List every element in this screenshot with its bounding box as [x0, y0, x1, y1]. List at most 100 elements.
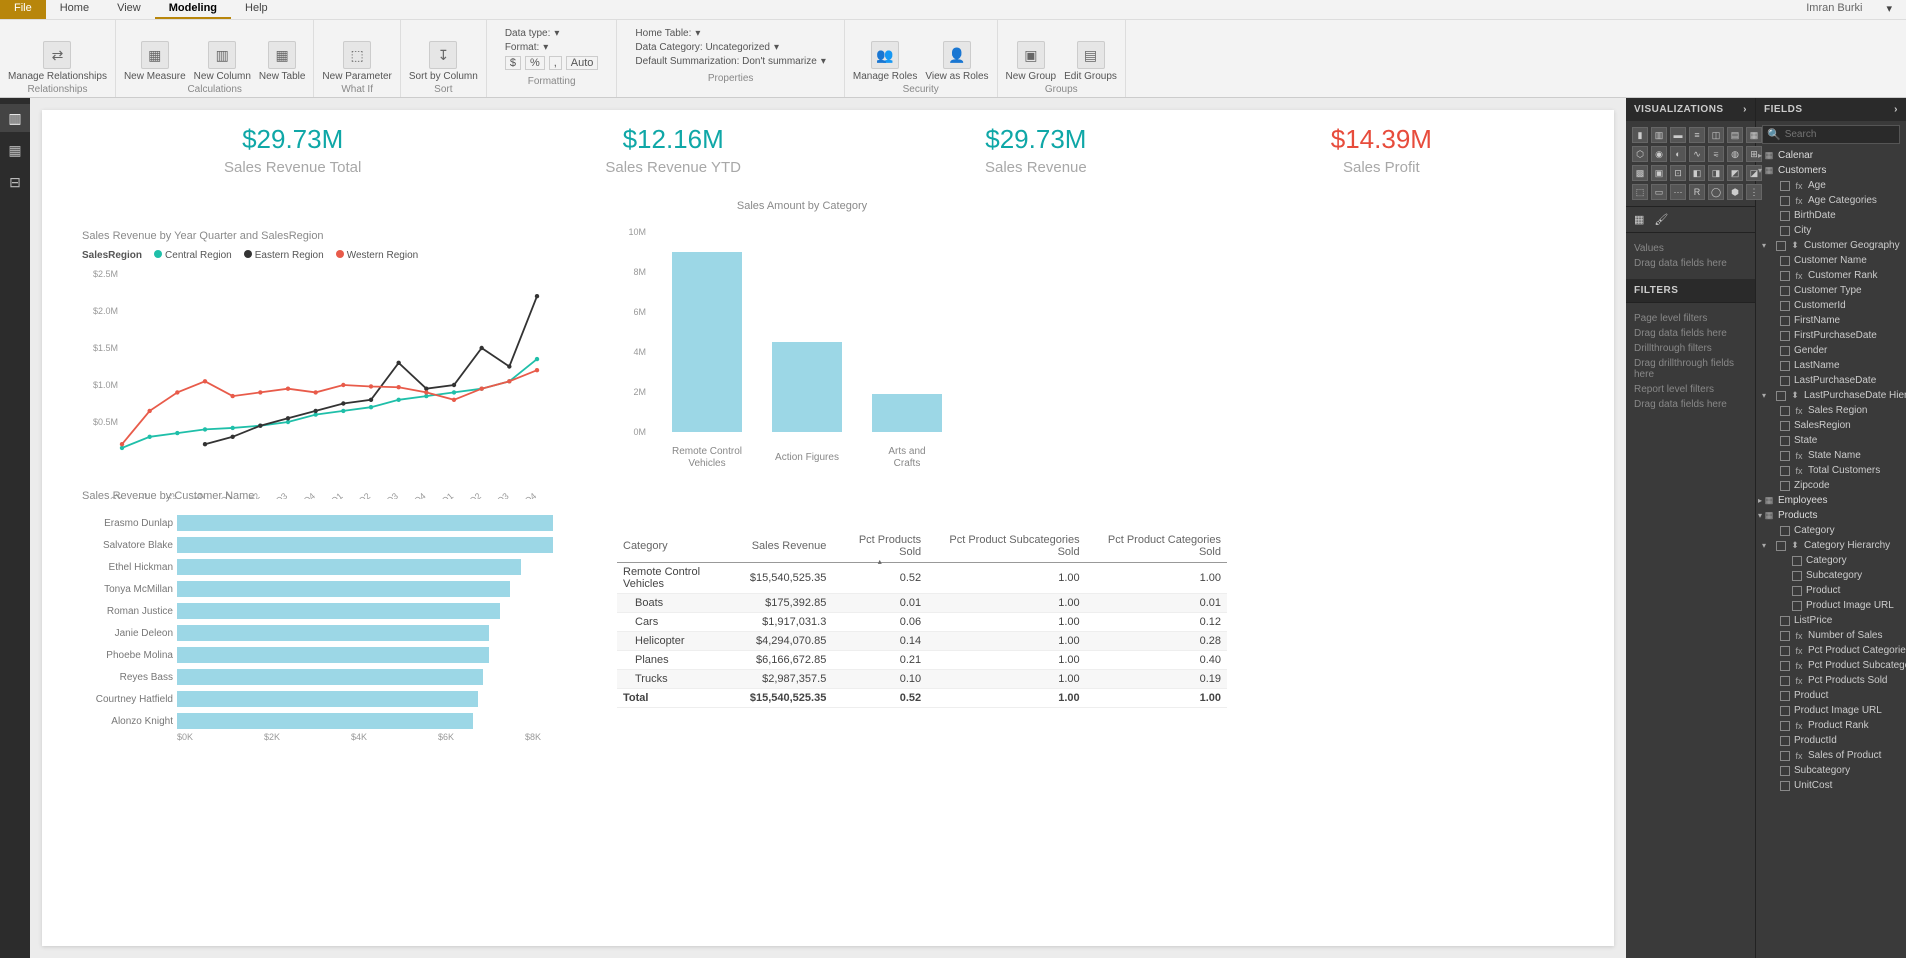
field-checkbox[interactable] [1780, 631, 1790, 641]
fields-column-node[interactable]: Zipcode [1756, 478, 1906, 493]
field-checkbox[interactable] [1780, 481, 1790, 491]
vis-type-icon[interactable]: ▩ [1632, 165, 1648, 181]
field-checkbox[interactable] [1780, 466, 1790, 476]
data-view-icon[interactable]: ▦ [0, 136, 30, 164]
field-checkbox[interactable] [1780, 766, 1790, 776]
fields-column-node[interactable]: Subcategory [1756, 763, 1906, 778]
field-checkbox[interactable] [1780, 376, 1790, 386]
vis-type-icon[interactable]: ◉ [1651, 146, 1667, 162]
table-row[interactable]: Remote Control Vehicles$15,540,525.350.5… [617, 563, 1227, 594]
drillthrough-drop[interactable]: Drag drillthrough fields here [1634, 358, 1747, 380]
page-filters-drop[interactable]: Drag data fields here [1634, 328, 1747, 339]
menu-home[interactable]: Home [46, 0, 103, 19]
field-checkbox[interactable] [1780, 316, 1790, 326]
field-checkbox[interactable] [1780, 706, 1790, 716]
vis-type-icon[interactable]: ∿ [1689, 146, 1705, 162]
chevron-right-icon[interactable]: › [1894, 104, 1898, 115]
menu-view[interactable]: View [103, 0, 155, 19]
hbar-row[interactable]: Alonzo Knight [82, 710, 612, 732]
edit-groups-button[interactable]: ▤Edit Groups [1064, 24, 1117, 82]
field-checkbox[interactable] [1780, 361, 1790, 371]
fields-hierarchy-level[interactable]: Product [1756, 583, 1906, 598]
chevron-down-icon[interactable]: ▾ [1872, 0, 1906, 19]
fields-column-node[interactable]: Product Image URL [1756, 703, 1906, 718]
fields-tab-icon[interactable]: ▦ [1634, 213, 1644, 226]
new-column-button[interactable]: ▥New Column [194, 24, 251, 82]
hbar-chart[interactable]: Sales Revenue by Customer Name Erasmo Du… [82, 490, 612, 742]
hbar-row[interactable]: Roman Justice [82, 600, 612, 622]
field-checkbox[interactable] [1780, 691, 1790, 701]
fields-column-node[interactable]: UnitCost [1756, 778, 1906, 793]
vis-type-icon[interactable]: ▣ [1651, 165, 1667, 181]
menu-file[interactable]: File [0, 0, 46, 19]
search-input[interactable] [1785, 129, 1906, 140]
fields-column-node[interactable]: FirstPurchaseDate [1756, 328, 1906, 343]
fields-column-node[interactable]: fxProduct Rank [1756, 718, 1906, 733]
kpi-card[interactable]: $29.73M Sales Revenue [985, 124, 1087, 176]
fields-column-node[interactable]: fxState Name [1756, 448, 1906, 463]
new-group-button[interactable]: ▣New Group [1006, 24, 1057, 82]
field-checkbox[interactable] [1780, 451, 1790, 461]
vis-type-icon[interactable]: ◨ [1708, 165, 1724, 181]
report-view-icon[interactable]: ▥ [0, 104, 30, 132]
vis-type-icon[interactable]: ▥ [1651, 127, 1667, 143]
hbar-row[interactable]: Phoebe Molina [82, 644, 612, 666]
default-summarization-dropdown[interactable]: Default Summarization: Don't summarize [635, 56, 816, 67]
fields-column-node[interactable]: ▾⬍Category Hierarchy [1756, 538, 1906, 553]
menu-help[interactable]: Help [231, 0, 282, 19]
line-chart[interactable]: Sales Revenue by Year Quarter and SalesR… [82, 230, 562, 504]
model-view-icon[interactable]: ⊟ [0, 168, 30, 196]
field-checkbox[interactable] [1780, 286, 1790, 296]
fields-hierarchy-level[interactable]: Product Image URL [1756, 598, 1906, 613]
fields-hierarchy-level[interactable]: Subcategory [1756, 568, 1906, 583]
field-checkbox[interactable] [1780, 436, 1790, 446]
fields-column-node[interactable]: Category [1756, 523, 1906, 538]
fields-column-node[interactable]: fxAge [1756, 178, 1906, 193]
field-checkbox[interactable] [1792, 556, 1802, 566]
fields-column-node[interactable]: fxNumber of Sales [1756, 628, 1906, 643]
user-name[interactable]: Imran Burki [1796, 0, 1872, 19]
hbar-row[interactable]: Ethel Hickman [82, 556, 612, 578]
field-checkbox[interactable] [1780, 331, 1790, 341]
fields-column-node[interactable]: ProductId [1756, 733, 1906, 748]
fields-column-node[interactable]: Customer Name [1756, 253, 1906, 268]
sort-by-column-button[interactable]: ↧Sort by Column [409, 24, 478, 82]
table-row[interactable]: Helicopter$4,294,070.850.141.000.28 [617, 632, 1227, 651]
hbar-row[interactable]: Reyes Bass [82, 666, 612, 688]
fields-table-node[interactable]: ▸ ▦Employees [1756, 493, 1906, 508]
currency-button[interactable]: $ [505, 56, 521, 70]
chevron-right-icon[interactable]: › [1743, 104, 1747, 115]
fields-column-node[interactable]: BirthDate [1756, 208, 1906, 223]
comma-button[interactable]: , [549, 56, 562, 70]
fields-search[interactable]: 🔍 [1762, 125, 1900, 144]
fields-column-node[interactable]: LastName [1756, 358, 1906, 373]
vis-type-icon[interactable]: ◍ [1727, 146, 1743, 162]
new-measure-button[interactable]: ▦New Measure [124, 24, 186, 82]
fields-column-node[interactable]: ListPrice [1756, 613, 1906, 628]
fields-column-node[interactable]: fxSales Region [1756, 403, 1906, 418]
table-header[interactable]: Pct Product Subcategories Sold [927, 530, 1085, 563]
decimals-stepper[interactable]: Auto [566, 56, 599, 70]
vis-type-icon[interactable]: ⊡ [1670, 165, 1686, 181]
vis-type-icon[interactable]: ⩳ [1708, 146, 1724, 162]
fields-column-node[interactable]: fxSales of Product [1756, 748, 1906, 763]
report-canvas[interactable]: $29.73M Sales Revenue Total $12.16M Sale… [30, 98, 1626, 958]
vis-type-icon[interactable]: ◩ [1727, 165, 1743, 181]
table-row[interactable]: Boats$175,392.850.011.000.01 [617, 594, 1227, 613]
field-checkbox[interactable] [1792, 601, 1802, 611]
format-dropdown[interactable]: ▾ [543, 42, 548, 53]
field-checkbox[interactable] [1776, 391, 1786, 401]
field-checkbox[interactable] [1780, 781, 1790, 791]
percent-button[interactable]: % [525, 56, 545, 70]
fields-column-node[interactable]: fxTotal Customers [1756, 463, 1906, 478]
data-category-dropdown[interactable]: Data Category: Uncategorized [635, 42, 770, 53]
vis-type-icon[interactable]: ⋯ [1670, 184, 1686, 200]
vis-type-icon[interactable]: ◧ [1689, 165, 1705, 181]
field-checkbox[interactable] [1780, 661, 1790, 671]
vbar-chart[interactable]: Sales Amount by Category 0M2M4M6M8M10MRe… [612, 200, 992, 487]
new-table-button[interactable]: ▦New Table [259, 24, 306, 82]
field-checkbox[interactable] [1780, 346, 1790, 356]
field-checkbox[interactable] [1780, 421, 1790, 431]
fields-table-node[interactable]: ▸ ▦Calenar [1756, 148, 1906, 163]
hbar-row[interactable]: Salvatore Blake [82, 534, 612, 556]
